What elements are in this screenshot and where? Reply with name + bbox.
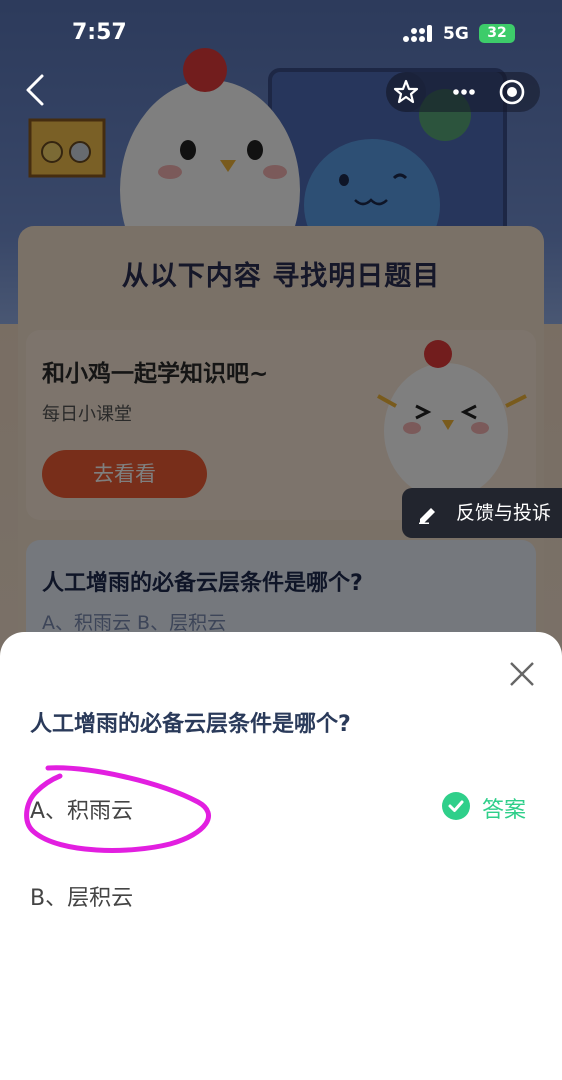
signal-icon	[403, 25, 432, 42]
status-bar: 7:57 5G 32	[0, 0, 562, 66]
network-type: 5G	[443, 24, 469, 44]
feedback-button[interactable]: 反馈与投诉	[402, 488, 562, 538]
battery-level: 32	[487, 25, 507, 41]
feedback-label: 反馈与投诉	[456, 502, 552, 524]
favorite-button[interactable]	[386, 72, 426, 112]
more-icon[interactable]	[444, 72, 484, 112]
status-time: 7:57	[72, 20, 127, 45]
answer-label: 答案	[482, 798, 527, 823]
edit-icon	[419, 508, 435, 524]
option-b[interactable]: B、层积云	[30, 880, 133, 912]
close-icon[interactable]	[506, 658, 538, 690]
target-icon[interactable]	[492, 72, 532, 112]
back-icon[interactable]	[20, 72, 52, 108]
battery-indicator: 32	[479, 24, 515, 43]
sheet-question: 人工增雨的必备云层条件是哪个?	[30, 712, 351, 737]
star-icon	[393, 79, 419, 104]
mini-program-capsule	[386, 72, 540, 112]
check-icon	[442, 792, 470, 820]
answer-sheet	[0, 632, 562, 1080]
option-a[interactable]: A、积雨云	[30, 793, 133, 825]
